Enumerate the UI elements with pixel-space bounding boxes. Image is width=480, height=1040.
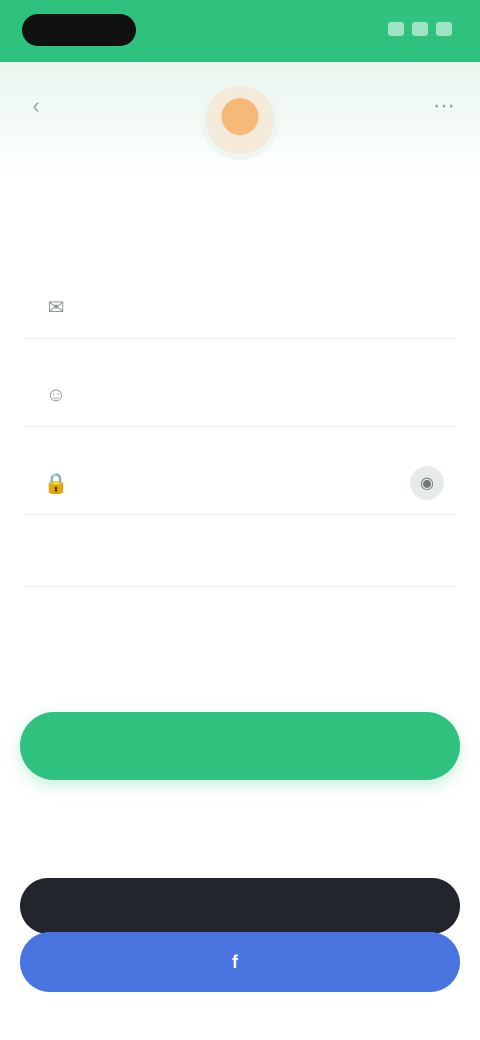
- eye-icon[interactable]: ◉: [410, 466, 444, 500]
- lock-icon: 🔒: [43, 472, 69, 495]
- more-icon[interactable]: ⋯: [430, 92, 458, 120]
- battery-icon: [436, 22, 452, 36]
- email-field-row[interactable]: ✉: [24, 276, 456, 339]
- login-button[interactable]: [20, 712, 460, 780]
- wifi-icon: [412, 22, 428, 36]
- username-field-row[interactable]: ☺: [24, 364, 456, 427]
- password-field-row[interactable]: 🔒 ◉: [24, 452, 456, 515]
- user-icon: ☺: [45, 383, 67, 406]
- status-time: [22, 14, 136, 46]
- facebook-login-button[interactable]: f: [20, 932, 460, 992]
- apple-login-button[interactable]: [20, 878, 460, 934]
- mail-icon: ✉: [47, 296, 65, 319]
- signal-icon: [388, 22, 404, 36]
- app-logo: [206, 86, 274, 154]
- back-icon[interactable]: ‹: [22, 92, 50, 120]
- username-input[interactable]: [94, 383, 456, 407]
- password-input[interactable]: [94, 471, 410, 495]
- email-input[interactable]: [94, 295, 456, 319]
- status-bar: [0, 0, 480, 62]
- status-icons: [388, 22, 452, 36]
- facebook-icon: f: [232, 951, 238, 972]
- divider-line: [24, 586, 456, 587]
